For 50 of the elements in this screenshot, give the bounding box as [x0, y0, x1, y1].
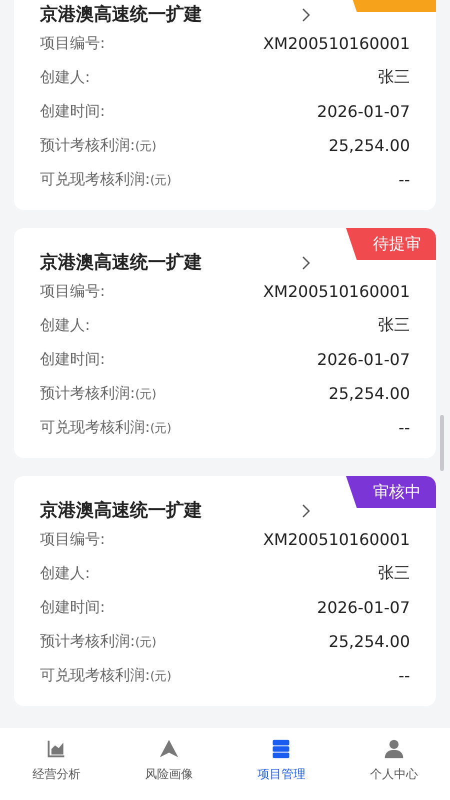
tab[interactable]: 项目管理 [225, 728, 338, 800]
field-value: XM200510160001 [263, 530, 410, 548]
field-value: -- [398, 666, 410, 684]
field-label: 预计考核利润:(元) [40, 136, 156, 154]
field-label: 创建时间: [40, 350, 106, 368]
field-value: 张三 [378, 66, 410, 88]
field-value: 25,254.00 [328, 384, 410, 402]
area-chart-icon [45, 738, 68, 760]
status-badge: 待提审 [346, 228, 436, 260]
field-value: -- [398, 170, 410, 188]
chevron-right-icon [302, 504, 310, 518]
server-stack-icon [270, 738, 292, 760]
field-label: 项目编号: [40, 530, 106, 548]
field-value: 2026-01-07 [317, 598, 410, 616]
field-label: 创建时间: [40, 598, 106, 616]
field-value: 25,254.00 [328, 632, 410, 650]
field-value: 张三 [378, 562, 410, 584]
tab[interactable]: 经营分析 [0, 728, 112, 800]
chevron-right-icon [302, 256, 310, 270]
field-label: 创建人: [40, 68, 90, 86]
project-title: 京港澳高速统一扩建 [40, 251, 202, 274]
field-label: 项目编号: [40, 34, 106, 52]
tab[interactable]: 个人中心 [338, 728, 450, 800]
project-card[interactable]: 京港澳高速统一扩建 待提审 项目编号: XM200510160001 创建人: 张三 创建时间: 2026-01-07 预计考核利润:(元) 25,254.00 可兑现考核利润:(元) -- [14, 228, 436, 458]
field-value: 2026-01-07 [317, 350, 410, 368]
field-value: 25,254.00 [328, 136, 410, 154]
project-title: 京港澳高速统一扩建 [40, 3, 202, 26]
field-label: 可兑现考核利润:(元) [40, 666, 172, 684]
project-card[interactable]: 京港澳高速统一扩建 审核中 项目编号: XM200510160001 创建人: 张三 创建时间: 2026-01-07 预计考核利润:(元) 25,254.00 可兑现考核利润:(元) -- [14, 476, 436, 706]
scrollbar[interactable] [440, 415, 444, 471]
field-label: 可兑现考核利润:(元) [40, 170, 172, 188]
field-label: 项目编号: [40, 282, 106, 300]
triangle-icon [158, 738, 180, 760]
field-value: -- [398, 418, 410, 436]
project-card[interactable]: 京港澳高速统一扩建 项目编号: XM200510160001 创建人: 张三 创建时间: 2026-01-07 预计考核利润:(元) 25,254.00 可兑现考核利润:(元) -- [14, 0, 436, 210]
project-title: 京港澳高速统一扩建 [40, 499, 202, 522]
field-label: 可兑现考核利润:(元) [40, 418, 172, 436]
tab[interactable]: 风险画像 [112, 728, 225, 800]
field-value: 2026-01-07 [317, 102, 410, 120]
field-label: 创建人: [40, 316, 90, 334]
field-label: 创建人: [40, 564, 90, 582]
field-value: 张三 [378, 314, 410, 336]
person-icon [382, 738, 405, 760]
chevron-right-icon [302, 8, 310, 22]
field-label: 创建时间: [40, 102, 106, 120]
field-label: 预计考核利润:(元) [40, 632, 156, 650]
status-badge: 审核中 [346, 476, 436, 508]
field-value: XM200510160001 [263, 34, 410, 52]
field-label: 预计考核利润:(元) [40, 384, 156, 402]
field-value: XM200510160001 [263, 282, 410, 300]
